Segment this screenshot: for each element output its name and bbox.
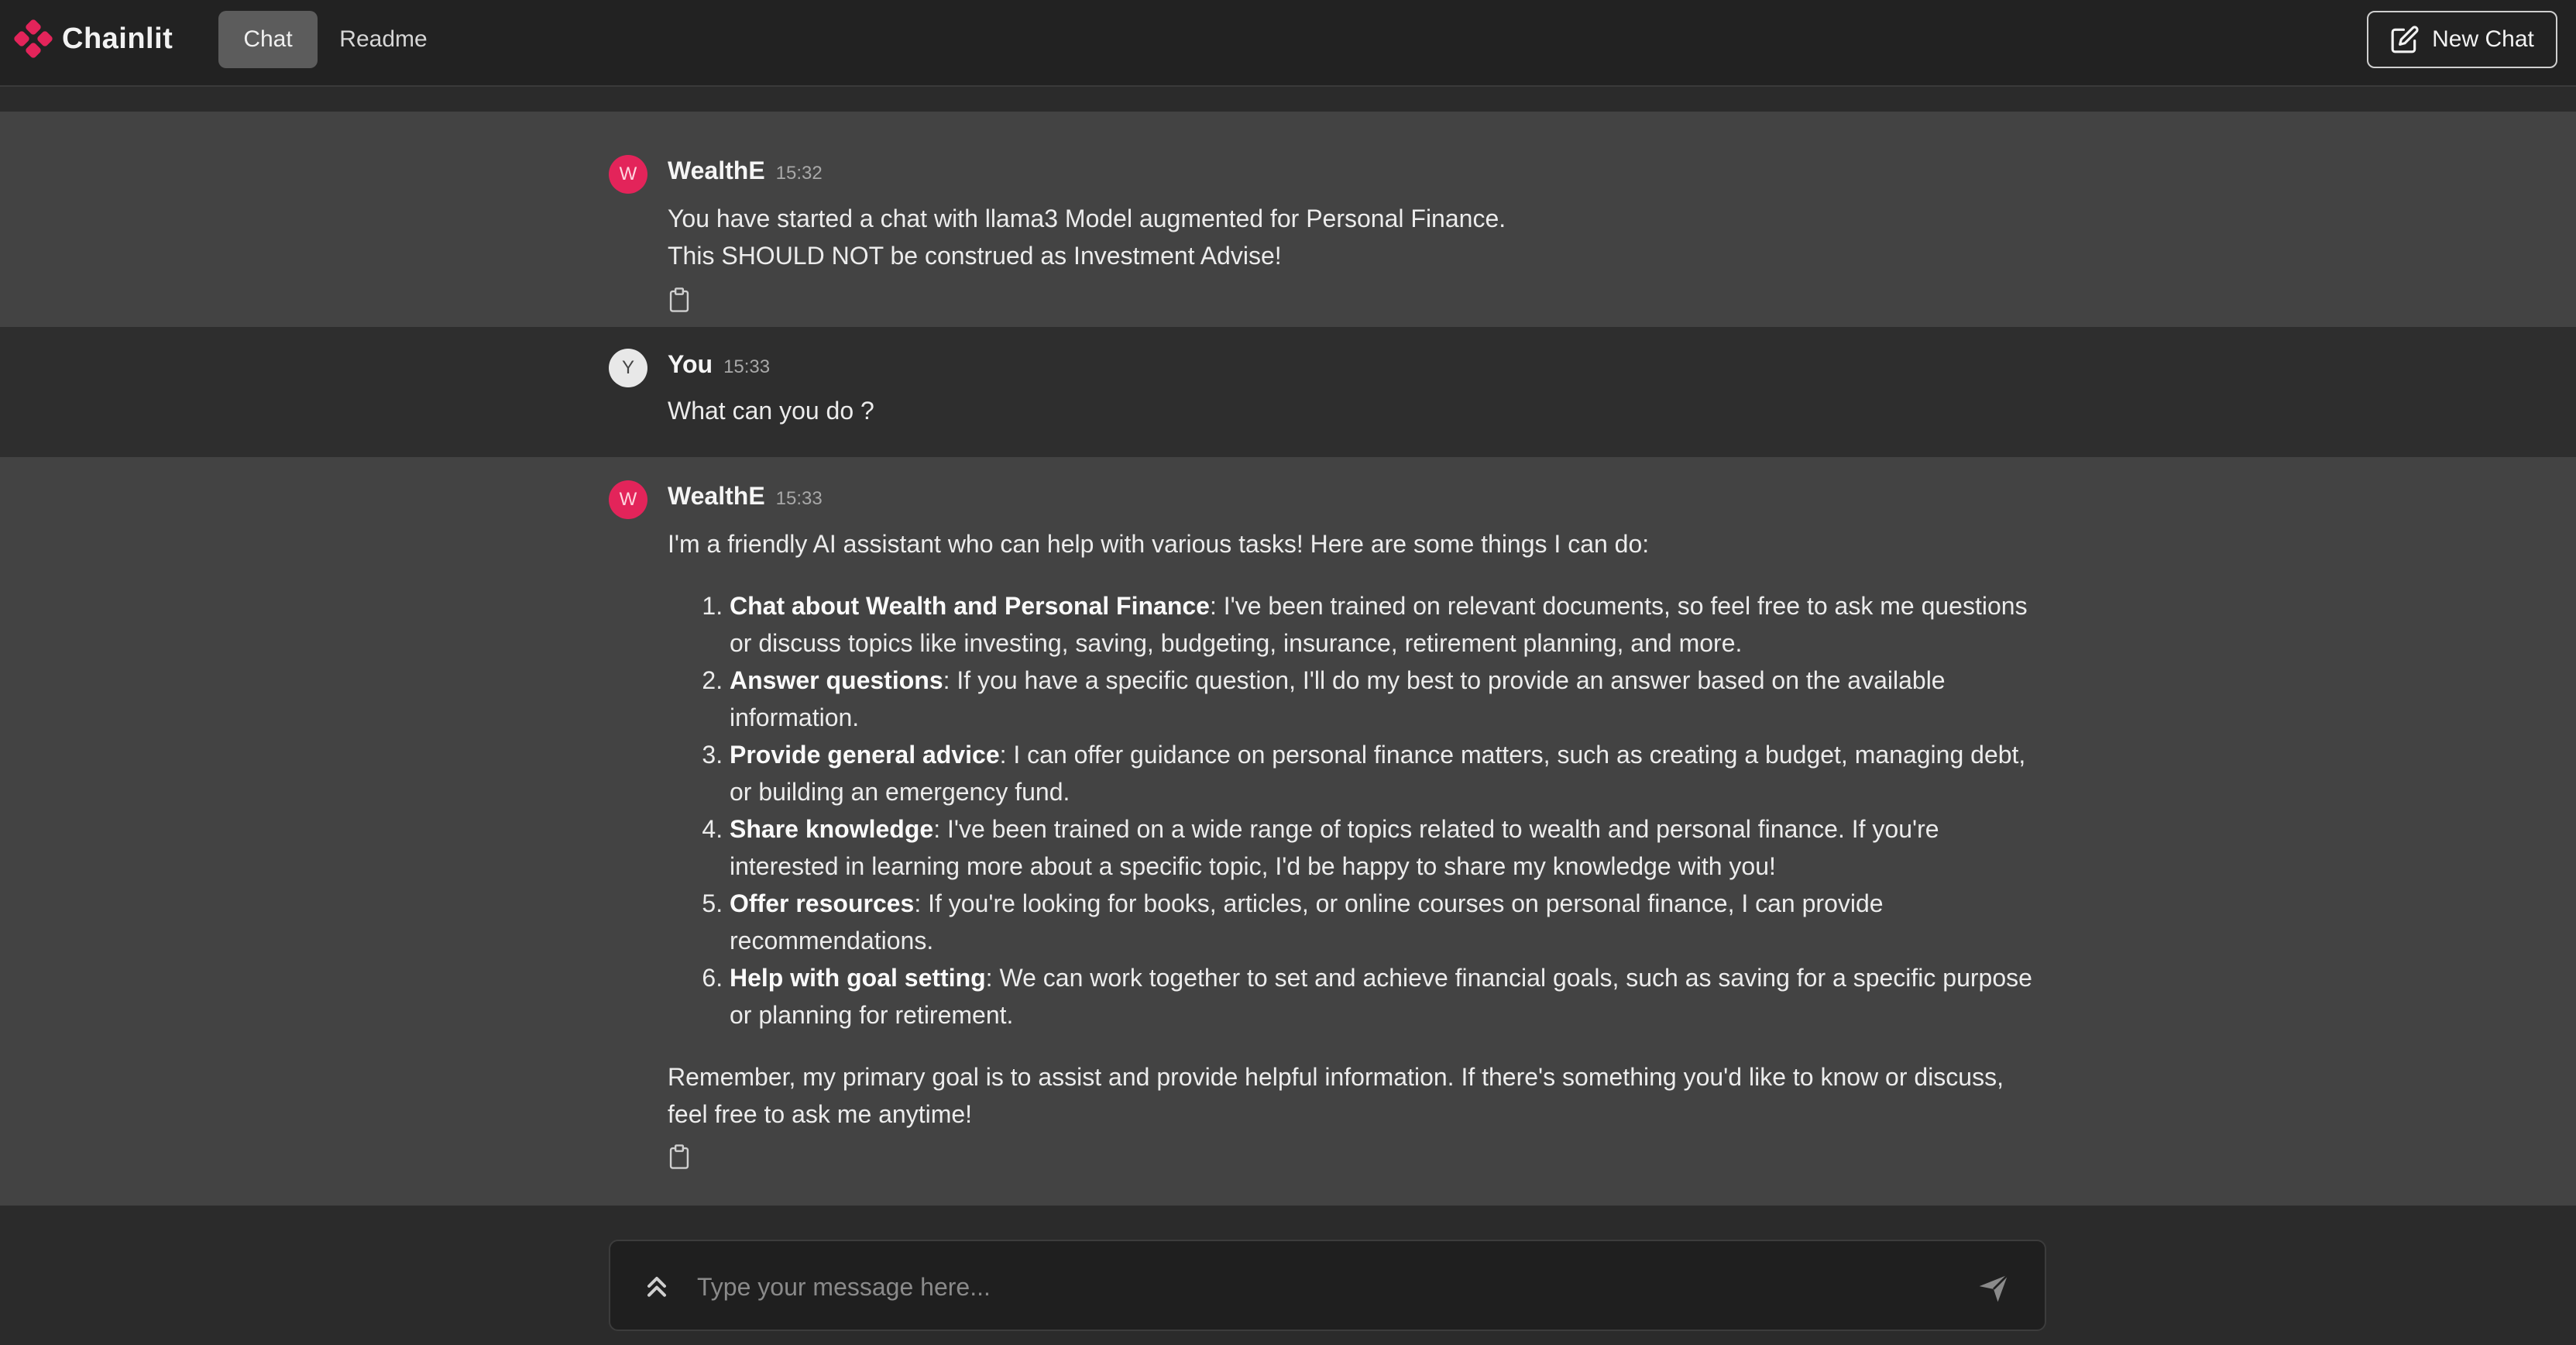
message-time: 15:33 (723, 356, 771, 377)
message-user: Y You 15:33 What can you do ? (0, 327, 2576, 457)
item-title: Chat about Wealth and Personal Finance (730, 592, 1210, 620)
avatar: W (609, 155, 647, 194)
new-chat-label: New Chat (2432, 26, 2534, 52)
capability-list: Chat about Wealth and Personal Finance: … (730, 587, 2046, 1034)
copy-icon[interactable] (668, 287, 691, 313)
item-title: Answer questions (730, 666, 943, 694)
avatar: Y (609, 349, 647, 387)
message-bot: W WealthE 15:32 You have started a chat w… (0, 112, 2576, 327)
message-composer (609, 1240, 2046, 1331)
message-content: What can you do ? (668, 392, 2046, 429)
top-bar: Chainlit Chat Readme New Chat (0, 0, 2576, 87)
send-icon[interactable] (1977, 1271, 2011, 1305)
list-item: Answer questions: If you have a specific… (730, 662, 2046, 736)
author-name: WealthE (668, 157, 765, 184)
message-line: What can you do ? (668, 397, 874, 425)
message-author: WealthE 15:33 (668, 482, 823, 511)
item-title: Offer resources (730, 889, 915, 917)
list-item: Share knowledge: I've been trained on a … (730, 810, 2046, 885)
list-item: Offer resources: If you're looking for b… (730, 885, 2046, 959)
list-item: Chat about Wealth and Personal Finance: … (730, 587, 2046, 662)
new-chat-button[interactable]: New Chat (2367, 11, 2557, 68)
item-title: Provide general advice (730, 741, 1000, 769)
chevrons-up-icon[interactable] (641, 1271, 672, 1302)
message-line: You have started a chat with llama3 Mode… (668, 205, 1506, 232)
edit-square-icon (2391, 26, 2419, 53)
list-item: Provide general advice: I can offer guid… (730, 736, 2046, 810)
message-intro: I'm a friendly AI assistant who can help… (668, 530, 1650, 558)
message-author: WealthE 15:32 (668, 157, 823, 185)
chainlit-logo-icon (14, 19, 53, 58)
message-line: This SHOULD NOT be construed as Investme… (668, 242, 1282, 270)
message-time: 15:33 (775, 488, 823, 509)
item-title: Help with goal setting (730, 964, 986, 992)
message-input[interactable] (697, 1260, 1936, 1314)
message-author: You 15:33 (668, 350, 770, 379)
author-name: You (668, 350, 713, 378)
avatar: W (609, 480, 647, 519)
item-title: Share knowledge (730, 815, 934, 843)
list-item: Help with goal setting: We can work toge… (730, 959, 2046, 1034)
message-outro: Remember, my primary goal is to assist a… (668, 1063, 2004, 1128)
copy-icon[interactable] (668, 1144, 691, 1170)
message-content: I'm a friendly AI assistant who can help… (668, 525, 2046, 1133)
tab-chat[interactable]: Chat (218, 11, 318, 68)
tab-readme[interactable]: Readme (325, 11, 441, 68)
app-logo[interactable]: Chainlit (12, 17, 173, 60)
message-bot: W WealthE 15:33 I'm a friendly AI assista… (0, 457, 2576, 1206)
author-name: WealthE (668, 482, 765, 510)
message-content: You have started a chat with llama3 Mode… (668, 200, 2046, 274)
message-time: 15:32 (775, 163, 823, 184)
app-name: Chainlit (62, 22, 173, 55)
chat-scroll-area[interactable]: W WealthE 15:32 You have started a chat w… (0, 88, 2576, 1207)
